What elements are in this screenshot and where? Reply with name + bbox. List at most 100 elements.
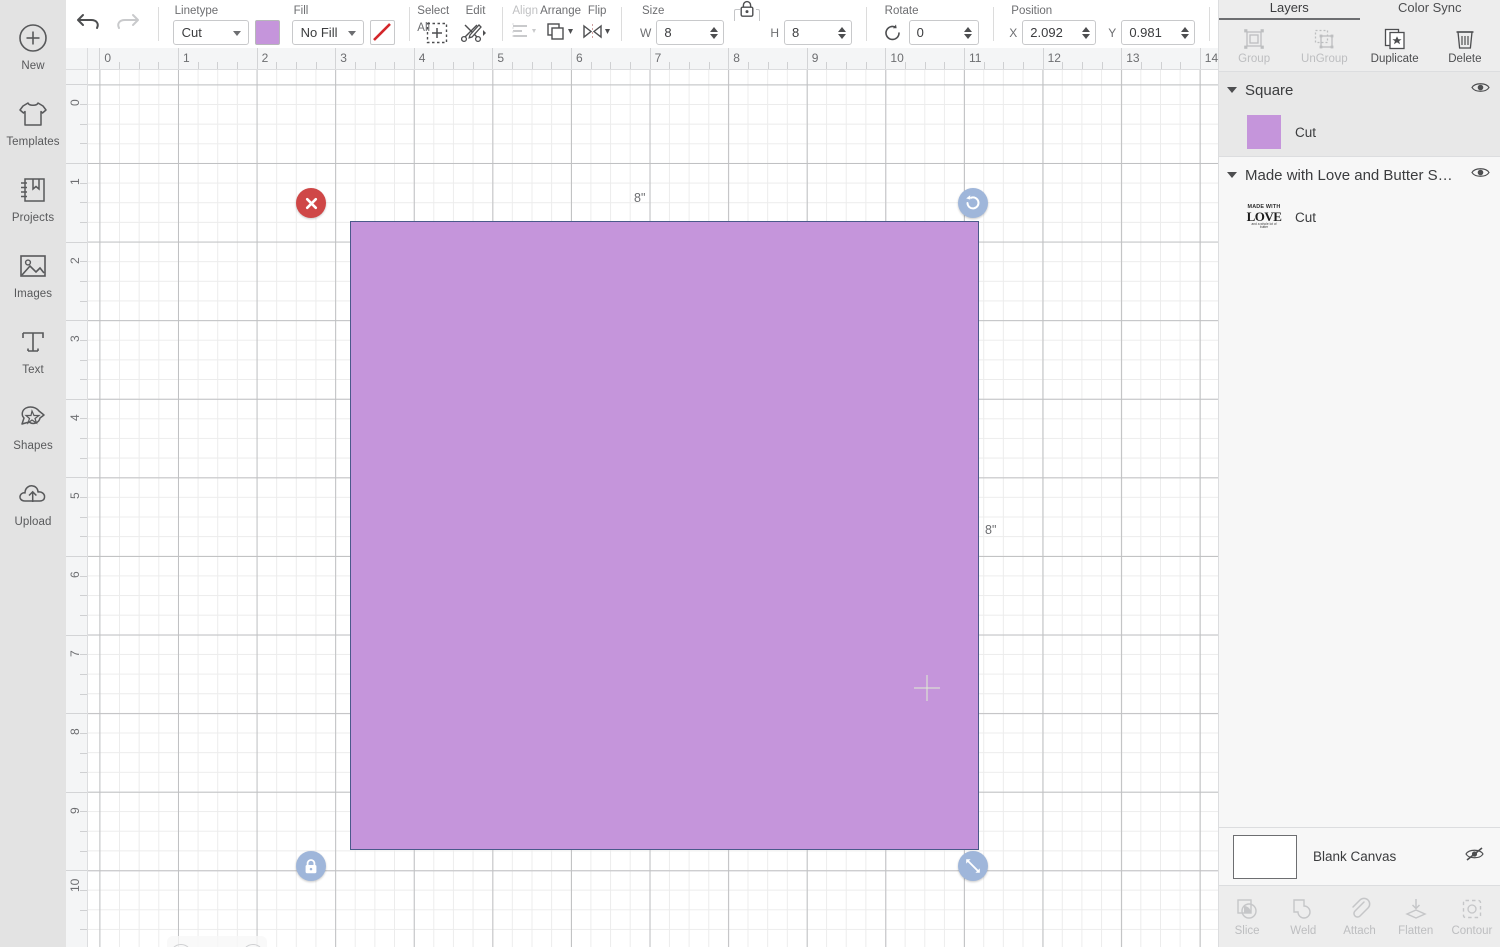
artwork-line-3: and a whole lot of butter [1251,222,1277,230]
canvas-area[interactable]: 8" 8" 0 1 2 3 4 5 6 7 8 9 10 11 12 13 14 0 1 2 3 4 5 6 7 8 9 10 … [66,48,1218,947]
sidebar-item-text[interactable]: Text [0,312,66,388]
sidebar-item-shapes[interactable]: Shapes [0,388,66,464]
selected-shape-square[interactable] [350,221,979,850]
sidebar-item-label: Templates [6,135,60,148]
flatten-button[interactable]: Flatten [1388,886,1444,947]
group-button[interactable]: Group [1219,20,1289,71]
attach-button[interactable]: Attach [1331,886,1387,947]
rotate-input[interactable] [909,21,962,44]
ruler-tick-major [66,870,87,872]
dotted-square-plus-icon [425,20,449,46]
red-slash-icon[interactable] [369,20,395,45]
flip-button[interactable]: Flip [581,0,613,48]
layer-group-made-with-love[interactable]: Made with Love and Butter S… MADE WITH L… [1219,157,1500,241]
weld-button[interactable]: Weld [1275,886,1331,947]
fill-select[interactable]: No Fill [291,20,364,45]
width-input[interactable] [657,21,708,44]
eye-icon[interactable] [1471,166,1490,184]
ruler-tick-minor [826,62,828,69]
pos-y-stepper[interactable] [1178,21,1194,44]
ruler-tick-minor [944,62,946,69]
sidebar-item-new[interactable]: New [0,8,66,84]
sidebar-item-upload[interactable]: Upload [0,464,66,540]
canvas-grid[interactable]: 8" 8" [88,70,1218,947]
toolbar-divider [408,7,410,41]
pos-x-stepper[interactable] [1079,21,1095,44]
chevron-down-icon [347,31,356,36]
caret-down-icon[interactable] [1227,87,1237,93]
toolbar-divider [621,7,622,41]
ruler-tick-minor [276,62,278,69]
ruler-label: 8 [68,728,82,736]
width-input-box[interactable] [656,20,725,45]
fill-value: No Fill [300,25,338,40]
shape-width-label: 8" [634,191,646,205]
ruler-corner [66,48,88,70]
rotate-cw-icon[interactable] [883,23,903,43]
slice-icon [1235,896,1259,922]
tab-color-sync[interactable]: Color Sync [1359,0,1500,20]
ruler-tick-minor [1140,62,1142,69]
tab-layers[interactable]: Layers [1219,0,1360,20]
ruler-tick-minor [119,62,121,69]
ruler-tick-minor [80,359,87,361]
sidebar-item-templates[interactable]: Templates [0,84,66,160]
duplicate-button[interactable]: Duplicate [1360,20,1430,71]
eye-icon[interactable] [1471,81,1490,99]
linetype-select[interactable]: Cut [172,20,249,45]
ruler-label: 3 [340,51,347,65]
layer-group-header[interactable]: Square [1219,72,1500,108]
select-all-button[interactable]: Select All [417,0,457,48]
lock-closed-icon[interactable] [739,0,755,23]
ruler-tick-major [66,84,87,86]
resize-handle[interactable] [958,851,988,881]
pos-x-wrap: X [1009,20,1097,45]
height-input-box[interactable] [784,20,852,45]
pos-y-input-box[interactable] [1121,20,1196,45]
arrange-button[interactable]: Arrange [540,0,581,48]
undo-icon[interactable] [76,11,102,38]
ruler-tick-minor [924,62,926,69]
height-input[interactable] [785,21,835,44]
sidebar-item-projects[interactable]: Projects [0,160,66,236]
ungroup-button[interactable]: UnGroup [1289,20,1359,71]
ruler-label: 2 [68,256,82,264]
ruler-tick-minor [80,457,87,459]
ruler-tick-minor [1022,62,1024,69]
ruler-tick-major [66,163,87,164]
canvas-layer-row[interactable]: Blank Canvas [1219,827,1500,885]
rotate-stepper[interactable] [962,21,978,44]
caret-down-icon[interactable] [1227,172,1237,178]
pos-y-label: Y [1108,25,1117,40]
pos-y-input[interactable] [1122,21,1179,44]
linetype-color-swatch[interactable] [254,20,280,45]
layer-row[interactable]: MADE WITH LOVE and a whole lot of butter… [1219,193,1500,241]
rotate-handle[interactable] [958,188,988,218]
rotate-input-box[interactable] [908,20,979,45]
pos-x-input[interactable] [1023,21,1080,44]
bottom-tools-bar: Slice Weld Attach Flatten Contour [1219,885,1500,947]
ruler-tick-minor [374,62,376,69]
pos-x-input-box[interactable] [1022,20,1097,45]
ruler-tick-minor [80,673,87,675]
ruler-tick-minor [80,516,87,518]
contour-button[interactable]: Contour [1444,886,1500,947]
layer-group-header[interactable]: Made with Love and Butter S… [1219,157,1500,193]
lock-handle[interactable] [296,851,326,881]
redo-icon[interactable] [114,11,140,38]
height-stepper[interactable] [835,21,851,44]
ungroup-label: UnGroup [1301,52,1348,65]
sidebar-item-images[interactable]: Images [0,236,66,312]
layer-row[interactable]: Cut [1219,108,1500,156]
align-button[interactable]: Align [510,0,540,48]
eye-hidden-icon[interactable] [1464,846,1486,867]
sidebar-item-label: New [21,59,45,72]
width-stepper[interactable] [707,21,723,44]
delete-button[interactable]: Delete [1430,20,1500,71]
edit-button[interactable]: Edit [457,0,493,48]
delete-handle[interactable] [296,188,326,218]
slice-button[interactable]: Slice [1219,886,1275,947]
ruler-tick-minor [138,62,140,69]
layer-group-square[interactable]: Square Cut [1219,72,1500,156]
contour-icon [1460,896,1484,922]
